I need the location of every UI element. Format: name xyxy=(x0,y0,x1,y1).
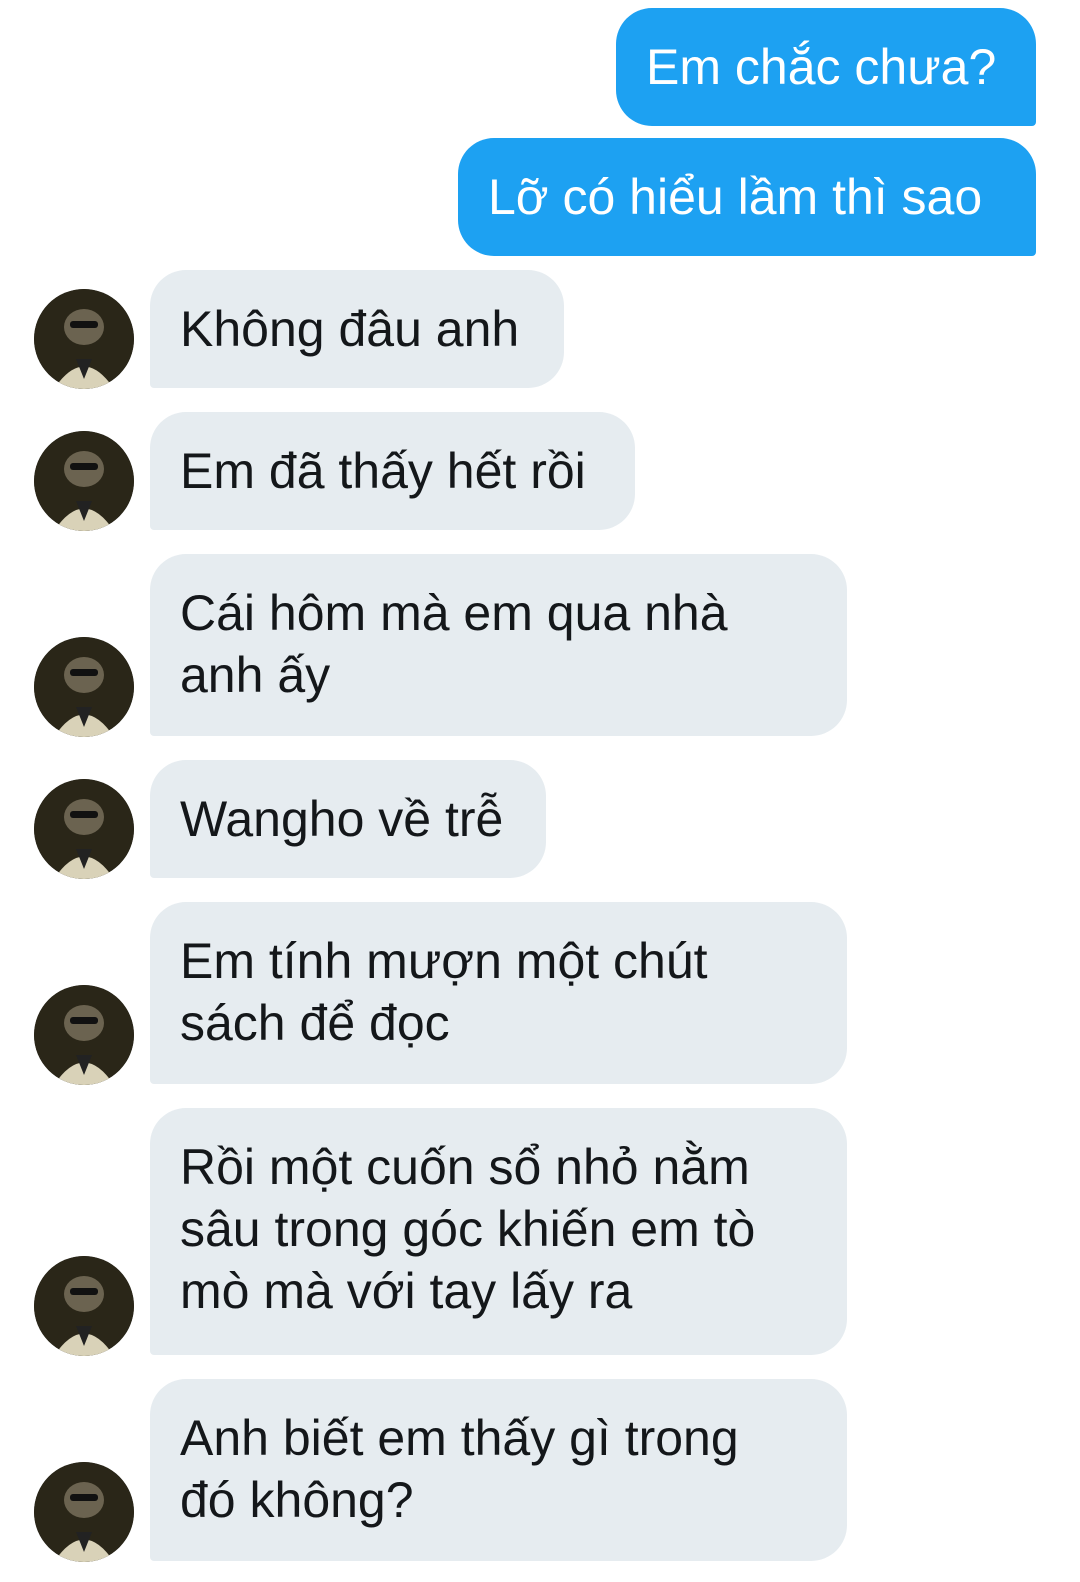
message-bubble-incoming[interactable]: Rồi một cuốn sổ nhỏ nằm sâu trong góc kh… xyxy=(150,1108,847,1355)
conversation-thread: Em chắc chưa? Lỡ có hiểu lầm thì sao Khô… xyxy=(0,0,1080,1582)
message-bubble-incoming[interactable]: Không đâu anh xyxy=(150,270,564,388)
contact-avatar-icon[interactable] xyxy=(34,779,134,879)
message-bubble-incoming[interactable]: Cái hôm mà em qua nhà anh ấy xyxy=(150,554,847,736)
contact-avatar-icon[interactable] xyxy=(34,1462,134,1562)
contact-avatar-icon[interactable] xyxy=(34,637,134,737)
message-bubble-incoming[interactable]: Em tính mượn một chút sách để đọc xyxy=(150,902,847,1084)
message-bubble-incoming[interactable]: Anh biết em thấy gì trong đó không? xyxy=(150,1379,847,1561)
contact-avatar-icon[interactable] xyxy=(34,289,134,389)
message-bubble-outgoing[interactable]: Em chắc chưa? xyxy=(616,8,1036,126)
message-bubble-incoming[interactable]: Wangho về trễ xyxy=(150,760,546,878)
contact-avatar-icon[interactable] xyxy=(34,431,134,531)
message-bubble-incoming[interactable]: Em đã thấy hết rồi xyxy=(150,412,635,530)
contact-avatar-icon[interactable] xyxy=(34,985,134,1085)
message-bubble-outgoing[interactable]: Lỡ có hiểu lầm thì sao xyxy=(458,138,1036,256)
contact-avatar-icon[interactable] xyxy=(34,1256,134,1356)
